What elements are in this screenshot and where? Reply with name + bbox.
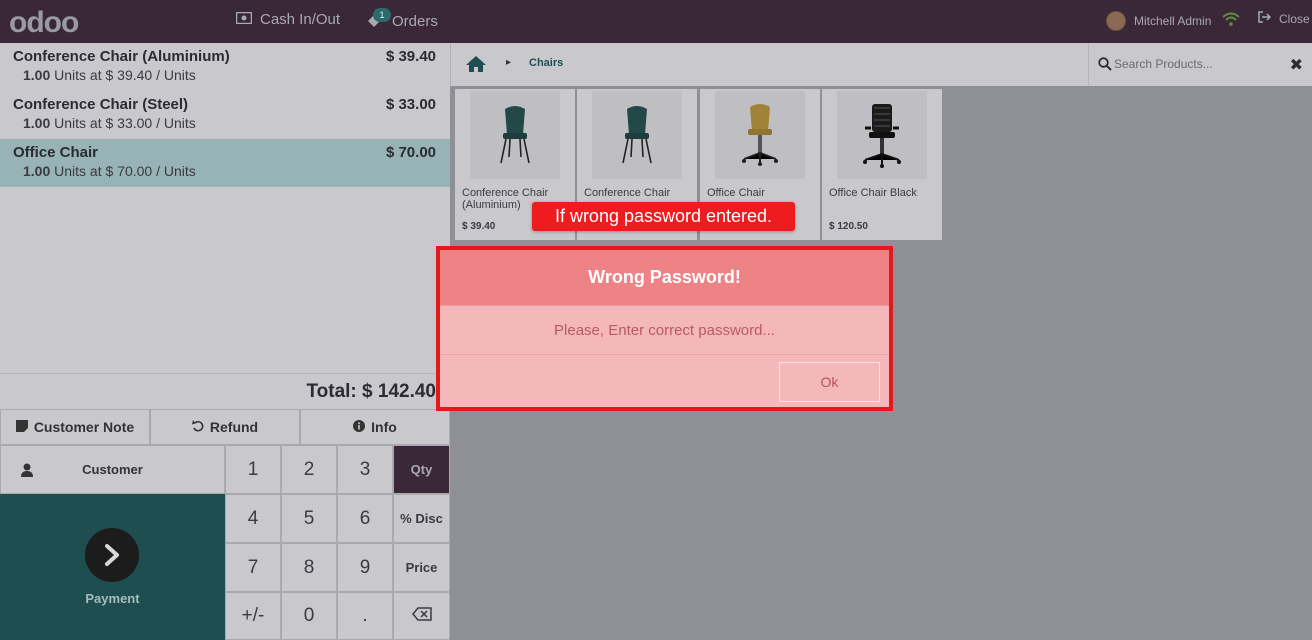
info-icon	[353, 419, 366, 435]
product-name: Office Chair	[707, 187, 765, 199]
cash-in-out-button[interactable]: Cash In/Out	[235, 11, 341, 28]
note-icon	[15, 419, 28, 435]
order-panel: Conference Chair (Aluminium) $ 39.40 1.0…	[0, 43, 450, 373]
product-image	[592, 91, 682, 179]
orderline-selected[interactable]: Office Chair $ 70.00 1.00 Units at $ 70.…	[0, 139, 450, 187]
breadcrumb-category[interactable]: Chairs	[529, 57, 563, 69]
search-box: ✖	[1088, 43, 1312, 86]
numpad-key-dot[interactable]: .	[337, 592, 393, 640]
search-input[interactable]	[1114, 55, 1274, 73]
numpad-key-6[interactable]: 6	[337, 494, 393, 543]
order-total: Total: $ 142.40	[306, 381, 436, 402]
sign-out-icon	[1258, 11, 1272, 26]
numpad-key-9[interactable]: 9	[337, 543, 393, 592]
numpad-key-7[interactable]: 7	[225, 543, 281, 592]
product-image	[470, 91, 560, 179]
control-buttons: Customer Note Refund Info	[0, 409, 450, 445]
orderline[interactable]: Conference Chair (Aluminium) $ 39.40 1.0…	[0, 43, 450, 91]
numpad-key-sign[interactable]: +/-	[225, 592, 281, 640]
refund-label: Refund	[209, 419, 259, 435]
home-icon[interactable]	[465, 55, 487, 78]
product-card[interactable]: Office Chair Black $ 120.50	[822, 89, 942, 240]
orderline-qty: 1.00	[23, 163, 51, 179]
info-button[interactable]: Info	[300, 409, 450, 445]
orderline-price: $ 33.00	[385, 96, 436, 113]
numpad-mode-qty[interactable]: Qty	[393, 445, 450, 494]
dialog-message: Please, Enter correct password...	[440, 307, 889, 355]
numpad-key-8[interactable]: 8	[281, 543, 337, 592]
search-icon	[1098, 57, 1112, 76]
user-icon	[21, 463, 33, 480]
orders-count-badge: 1	[373, 8, 391, 22]
order-summary: Total: $ 142.40	[0, 373, 450, 409]
user-menu[interactable]: Mitchell Admin	[1106, 11, 1211, 31]
chevron-right-icon	[85, 528, 139, 582]
product-price: $ 39.40	[462, 221, 496, 232]
product-image	[715, 91, 805, 179]
orders-button[interactable]: 1 Orders	[366, 8, 438, 31]
orderline-unit-detail: Units at $ 70.00 / Units	[54, 163, 196, 179]
numpad-key-1[interactable]: 1	[225, 445, 281, 494]
orderline-detail: 1.00 Units at $ 33.00 / Units	[23, 115, 196, 131]
product-name: Office Chair Black	[829, 187, 917, 199]
payment-label: Payment	[85, 591, 140, 606]
avatar	[1106, 11, 1126, 31]
close-button[interactable]: Close	[1258, 11, 1310, 26]
numpad: 1 2 3 Qty 4 5 6 % Disc 7 8 9 Price +/- 0…	[225, 445, 450, 640]
numpad-mode-discount[interactable]: % Disc	[393, 494, 450, 543]
orderline-name: Conference Chair (Steel)	[13, 96, 189, 113]
backspace-icon	[411, 605, 432, 627]
product-name: Conference Chair	[584, 187, 671, 199]
orderline-detail: 1.00 Units at $ 39.40 / Units	[23, 67, 196, 83]
product-image	[837, 91, 927, 179]
wifi-icon	[1222, 12, 1240, 26]
numpad-key-5[interactable]: 5	[281, 494, 337, 543]
info-label: Info	[371, 419, 397, 435]
numpad-key-3[interactable]: 3	[337, 445, 393, 494]
numpad-key-2[interactable]: 2	[281, 445, 337, 494]
close-label: Close	[1279, 11, 1310, 26]
customer-note-label: Customer Note	[33, 419, 135, 435]
numpad-key-4[interactable]: 4	[225, 494, 281, 543]
top-navbar: odoo Cash In/Out 1 Orders Mitchell Admin…	[0, 0, 1312, 43]
cash-in-out-label: Cash In/Out	[260, 11, 341, 28]
chevron-right-icon: ▸	[506, 57, 512, 68]
customer-button[interactable]: Customer	[0, 445, 225, 494]
orderline[interactable]: Conference Chair (Steel) $ 33.00 1.00 Un…	[0, 91, 450, 139]
money-icon	[235, 11, 253, 28]
numpad-key-0[interactable]: 0	[281, 592, 337, 640]
orderline-unit-detail: Units at $ 39.40 / Units	[54, 67, 196, 83]
annotation-callout: If wrong password entered.	[532, 202, 795, 231]
refund-button[interactable]: Refund	[150, 409, 300, 445]
ok-button[interactable]: Ok	[779, 362, 880, 402]
numpad-backspace[interactable]	[393, 592, 450, 640]
orderline-qty: 1.00	[23, 67, 51, 83]
customer-note-button[interactable]: Customer Note	[0, 409, 150, 445]
error-dialog: Wrong Password! Please, Enter correct pa…	[436, 246, 893, 411]
orderline-qty: 1.00	[23, 115, 51, 131]
orders-label: Orders	[392, 12, 438, 30]
close-icon[interactable]: ✖	[1290, 55, 1303, 75]
orderline-price: $ 70.00	[385, 144, 436, 161]
customer-label: Customer	[82, 462, 143, 477]
odoo-logo: odoo	[9, 6, 79, 39]
numpad-mode-price[interactable]: Price	[393, 543, 450, 592]
dialog-title: Wrong Password!	[440, 250, 889, 306]
orderline-detail: 1.00 Units at $ 70.00 / Units	[23, 163, 196, 179]
orderline-unit-detail: Units at $ 33.00 / Units	[54, 115, 196, 131]
orderline-name: Office Chair	[13, 144, 99, 161]
orderline-price: $ 39.40	[385, 48, 436, 65]
breadcrumb: ▸ Chairs ✖	[450, 43, 1312, 86]
user-name: Mitchell Admin	[1134, 14, 1212, 28]
payment-button[interactable]: Payment	[0, 494, 225, 640]
product-price: $ 120.50	[829, 221, 868, 232]
orderline-name: Conference Chair (Aluminium)	[13, 48, 230, 65]
undo-icon	[191, 419, 204, 435]
